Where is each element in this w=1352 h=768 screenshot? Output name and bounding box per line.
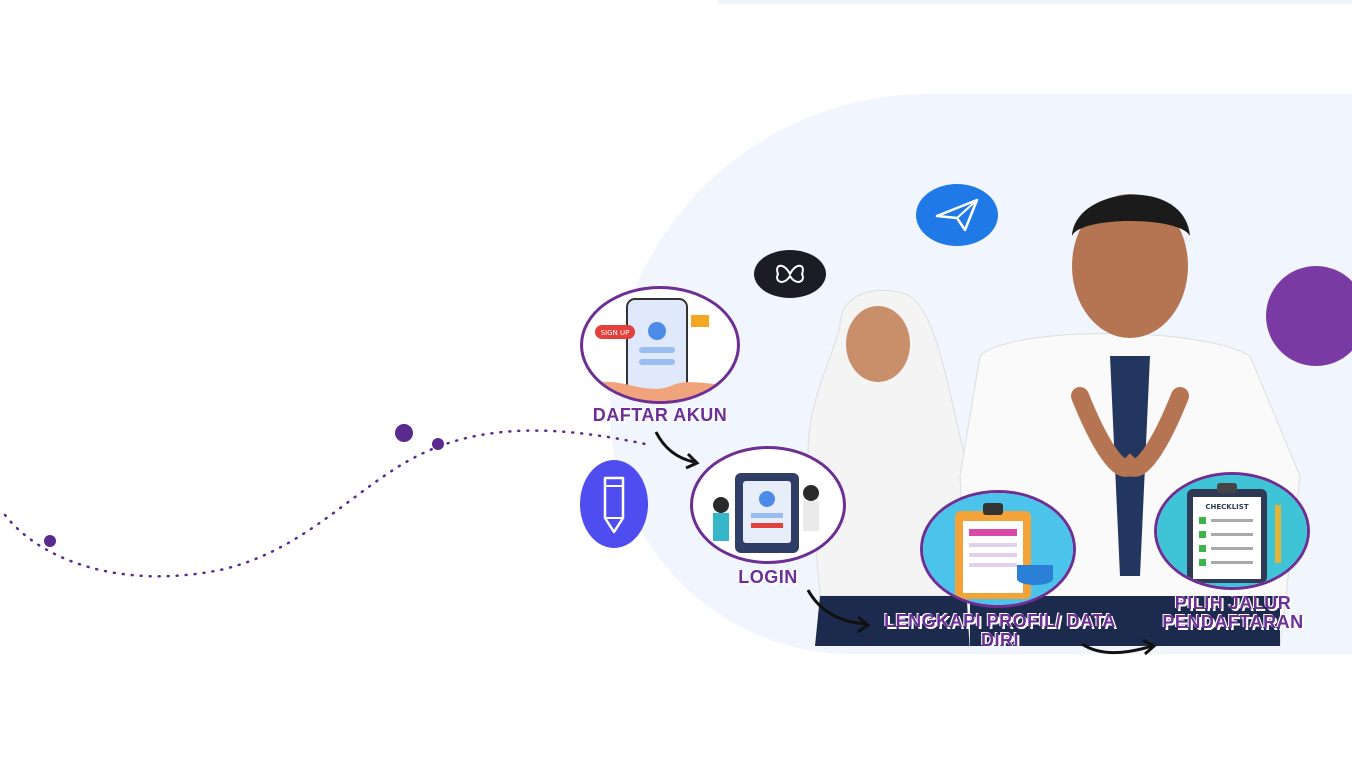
step-label-daftar-akun: DAFTAR AKUN [592, 405, 728, 425]
dot-decoration [432, 438, 444, 450]
step-jalur-illustration: CHECKLIST [1154, 472, 1310, 590]
step-label-login: LOGIN [738, 567, 798, 587]
step-label-pilih-jalur: PILIH JALUR PENDAFTARAN [1162, 593, 1304, 632]
pencil-icon [580, 460, 648, 548]
step-profil-illustration [920, 490, 1076, 608]
dot-decoration [44, 535, 56, 547]
step-label-lengkapi-profil: LENGKAPI PROFIL/ DATA DIRI [884, 611, 1116, 650]
step-login-illustration [690, 446, 846, 564]
signup-badge-text: SIGN UP [601, 329, 630, 337]
dot-decoration [395, 424, 413, 442]
step-daftar-akun-illustration: SIGN UP [580, 286, 740, 404]
checklist-title-text: CHECKLIST [1205, 503, 1248, 511]
